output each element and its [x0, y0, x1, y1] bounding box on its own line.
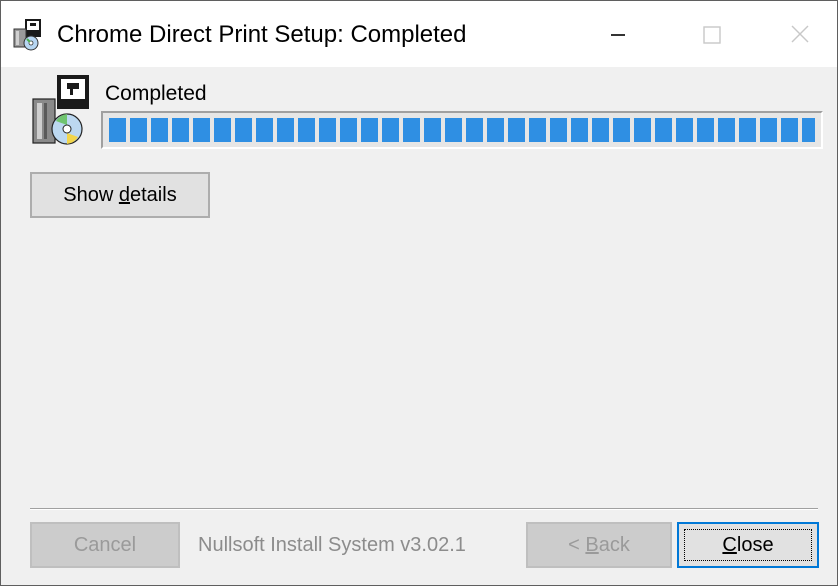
window-title: Chrome Direct Print Setup: Completed: [57, 21, 467, 48]
installer-app-icon: [13, 19, 41, 51]
status-label: Completed: [105, 82, 207, 105]
show-details-label-pre: Show: [63, 184, 119, 206]
progress-bar-fill: [109, 118, 815, 142]
installer-package-icon: [32, 75, 89, 145]
maximize-icon[interactable]: [689, 11, 735, 57]
minimize-icon[interactable]: [595, 11, 641, 57]
close-mnemonic: C: [722, 534, 737, 556]
back-label-pre: <: [568, 534, 586, 556]
show-details-label-post: etails: [130, 184, 177, 206]
show-details-button[interactable]: Show details: [30, 172, 210, 218]
title-bar: Chrome Direct Print Setup: Completed: [1, 1, 837, 67]
installer-window: Chrome Direct Print Setup: Completed Com…: [0, 0, 838, 586]
back-label-post: ack: [598, 534, 630, 556]
close-icon[interactable]: [777, 11, 823, 57]
progress-bar: [101, 111, 823, 149]
close-button[interactable]: Close: [677, 522, 819, 568]
close-label-post: lose: [736, 534, 774, 556]
back-button[interactable]: < Back: [526, 522, 672, 568]
show-details-mnemonic: d: [118, 184, 130, 206]
footer-separator: [30, 508, 818, 510]
back-mnemonic: B: [585, 534, 599, 556]
installer-branding: Nullsoft Install System v3.02.1: [198, 534, 466, 556]
cancel-button[interactable]: Cancel: [30, 522, 180, 568]
